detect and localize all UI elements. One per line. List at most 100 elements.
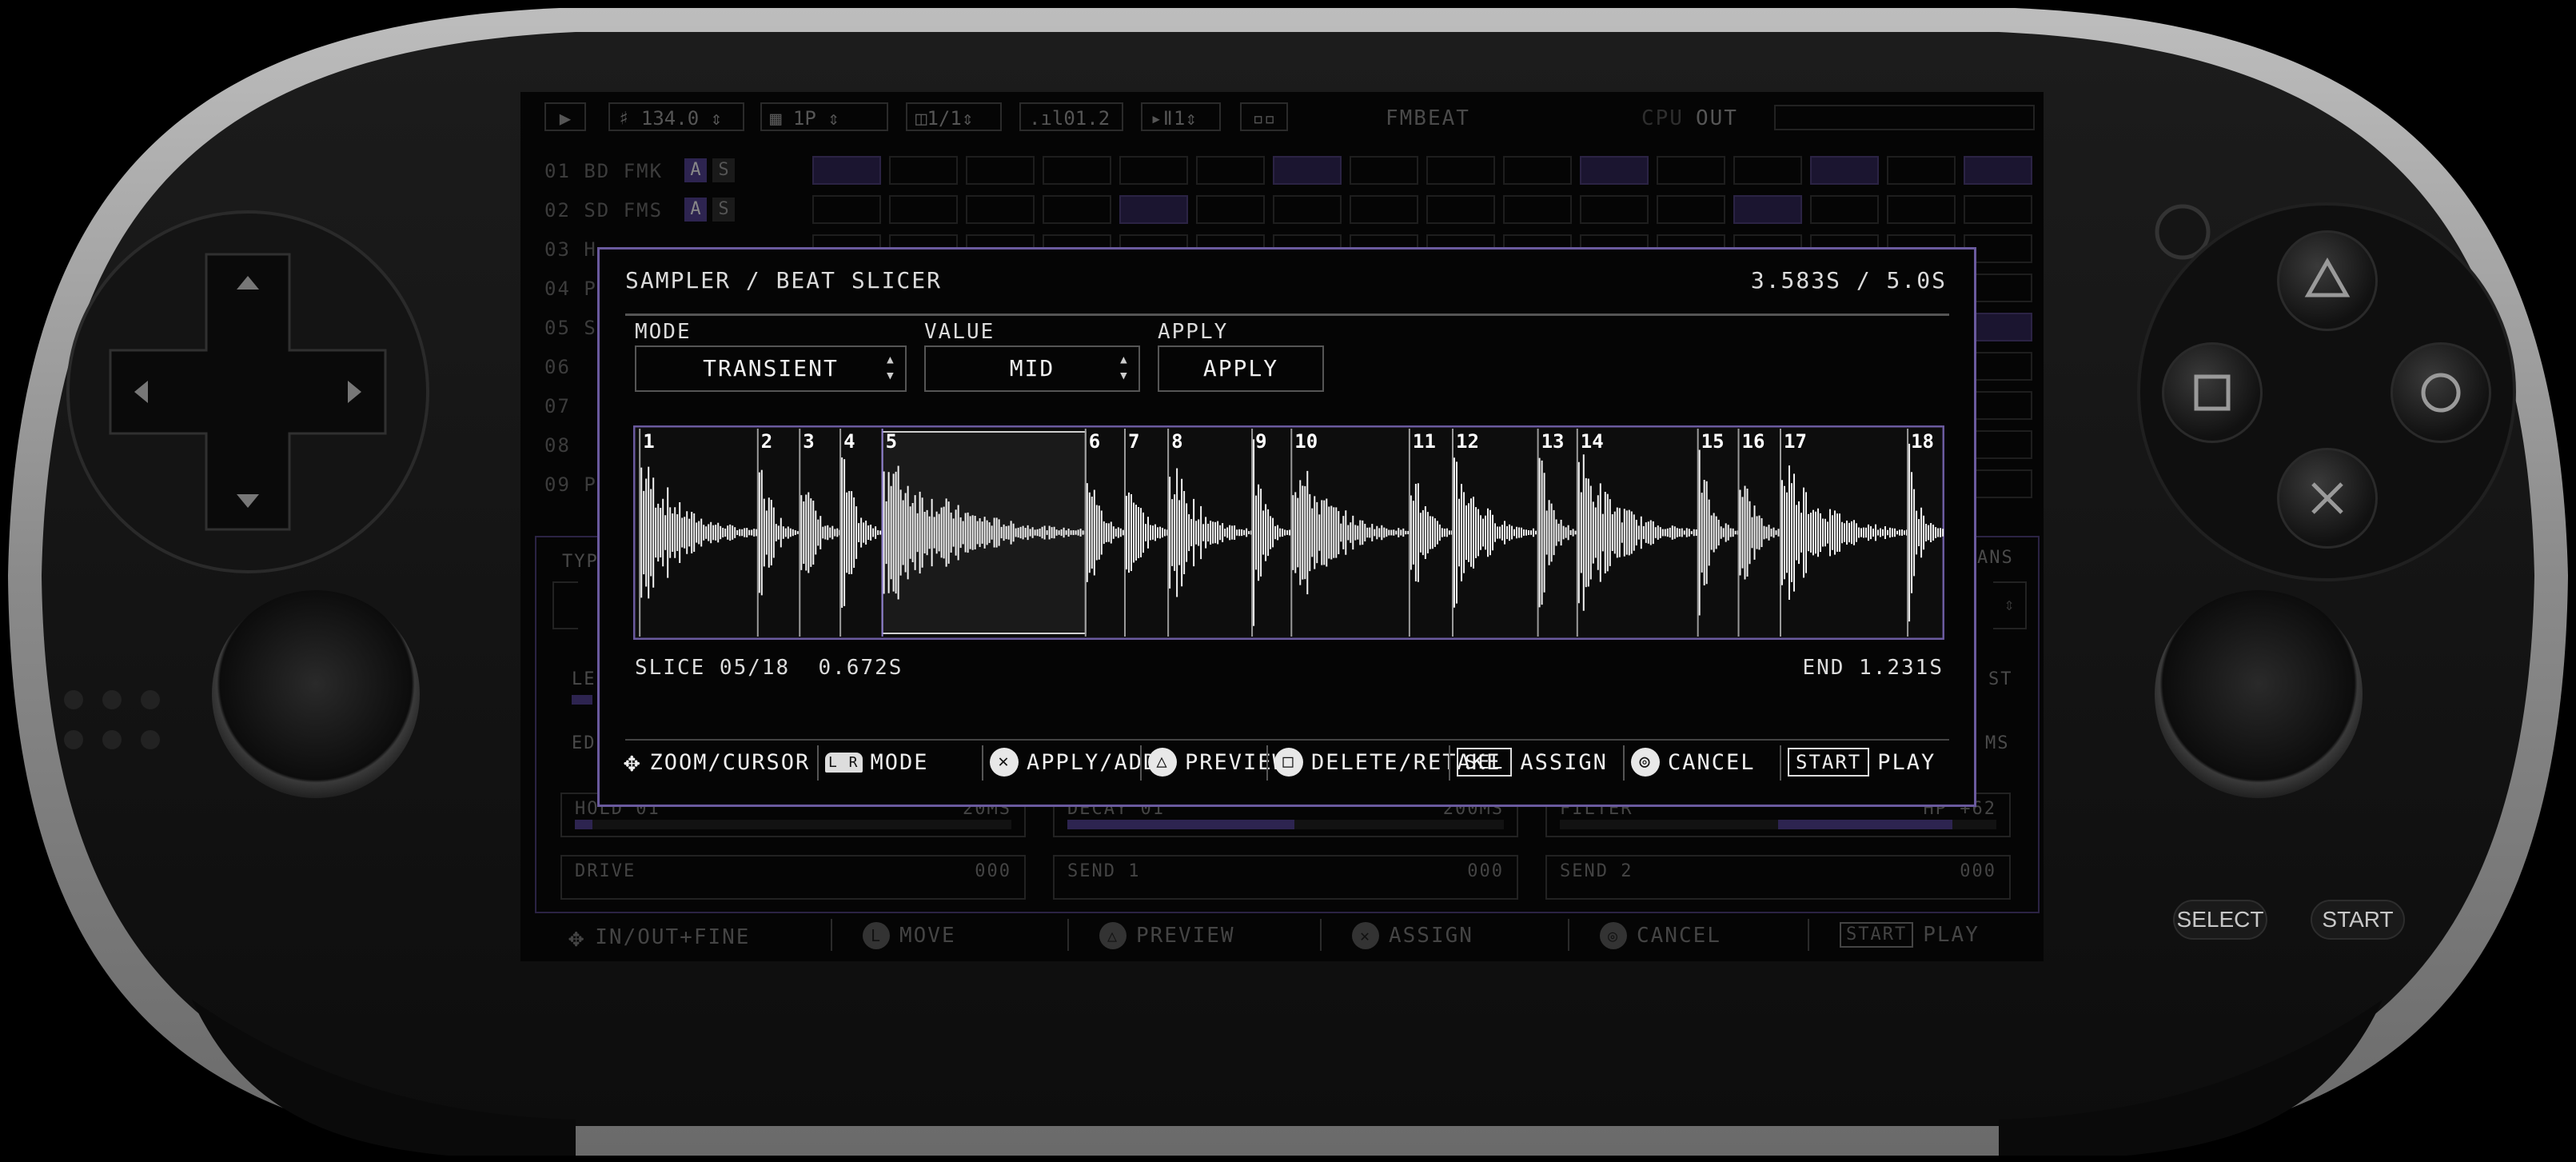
step-cell[interactable]: [1810, 195, 1879, 224]
hint-cancel: ◎ CANCEL: [1600, 922, 1721, 949]
triangle-button[interactable]: [2277, 230, 2378, 331]
track-mute-button[interactable]: A: [684, 198, 707, 222]
step-cell[interactable]: [1043, 195, 1111, 224]
step-cell[interactable]: [1273, 195, 1342, 224]
hint-separator: [1320, 919, 1322, 951]
slice-marker-label: 4: [843, 430, 855, 453]
step-cell[interactable]: [1964, 195, 2032, 224]
spinner-icon: ▴ ▾: [1118, 349, 1130, 385]
step-cell[interactable]: [1887, 195, 1956, 224]
track-label[interactable]: 01 BD FMK: [544, 160, 663, 182]
send2-param[interactable]: SEND 2 000: [1545, 855, 2011, 900]
app-name: FMBEAT: [1386, 106, 1470, 130]
square-button[interactable]: [2162, 342, 2263, 443]
pattern-field[interactable]: ▦ 1P ⇕: [760, 102, 888, 131]
step-cell[interactable]: [889, 195, 958, 224]
level-field[interactable]: .ıl01.2: [1019, 102, 1123, 131]
track-mute-button[interactable]: A: [684, 158, 707, 182]
track-label[interactable]: 06: [544, 356, 571, 378]
hint-separator: [982, 745, 983, 781]
mode-select[interactable]: TRANSIENT ▴ ▾: [635, 345, 907, 392]
dpad[interactable]: [66, 210, 429, 573]
circle-button[interactable]: [2391, 342, 2491, 443]
decay-bar: [1067, 820, 1504, 829]
hint-label: ASSIGN: [1520, 749, 1608, 775]
triangle-icon: △: [1148, 748, 1177, 777]
cross-button[interactable]: [2277, 448, 2378, 549]
slice-marker-label: 8: [1171, 430, 1182, 453]
step-cell[interactable]: [1887, 156, 1956, 185]
step-cell[interactable]: [1733, 156, 1802, 185]
step-cell[interactable]: [812, 195, 881, 224]
slice-end: END 1.231S: [1802, 656, 1944, 680]
step-cell[interactable]: [1426, 195, 1495, 224]
step-cell[interactable]: [1580, 156, 1649, 185]
track-label[interactable]: 08: [544, 434, 571, 457]
step-cell[interactable]: [1119, 156, 1188, 185]
mode-label: MODE: [635, 320, 692, 344]
mode-value: TRANSIENT: [703, 355, 839, 381]
step-cell[interactable]: [889, 156, 958, 185]
right-analog-stick[interactable]: [2155, 590, 2363, 798]
waveform-view[interactable]: 1 2 3 4 5 6 7 8 9 10 11 12 13 14 15 16 17 18: [633, 425, 1944, 640]
step-cell[interactable]: [1657, 156, 1725, 185]
slice-marker-label: 17: [1784, 430, 1807, 453]
track-label[interactable]: 04 P: [544, 278, 597, 300]
step-cell[interactable]: [1964, 156, 2032, 185]
play-button[interactable]: ▶: [544, 102, 586, 131]
step-field[interactable]: ▸ǁ1⇕: [1141, 102, 1221, 131]
track-label[interactable]: 03 H: [544, 238, 597, 261]
step-cell[interactable]: [966, 195, 1035, 224]
left-analog-stick[interactable]: [212, 590, 420, 798]
hint-label: CANCEL: [1637, 924, 1721, 948]
hint-separator: [831, 919, 832, 951]
step-cell[interactable]: [1426, 156, 1495, 185]
step-cell[interactable]: [1196, 195, 1265, 224]
step-cell[interactable]: [966, 156, 1035, 185]
step-cell[interactable]: [1657, 195, 1725, 224]
step-cell[interactable]: [1503, 156, 1572, 185]
send1-value: 000: [1467, 861, 1504, 881]
track-label[interactable]: 05 S: [544, 317, 597, 339]
track-solo-button[interactable]: S: [712, 158, 735, 182]
loop-button[interactable]: ▫▫: [1240, 102, 1288, 131]
hint-assign: ✕ ASSIGN: [1352, 922, 1473, 949]
hint-label: MODE: [870, 749, 929, 775]
start-button[interactable]: START: [2311, 900, 2405, 940]
track-label[interactable]: 02 SD FMS: [544, 199, 663, 222]
cross-icon: [2311, 482, 2343, 514]
square-icon: □: [1274, 748, 1303, 777]
send1-param[interactable]: SEND 1 000: [1053, 855, 1518, 900]
drive-param[interactable]: DRIVE 000: [560, 855, 1026, 900]
select-button[interactable]: SELECT: [2173, 900, 2267, 940]
step-cell[interactable]: [1043, 156, 1111, 185]
track-label[interactable]: 09 P: [544, 473, 597, 496]
slice-marker-label: 5: [886, 430, 897, 453]
step-cell[interactable]: [1810, 156, 1879, 185]
select-icon: SEL: [1457, 748, 1513, 777]
step-cell[interactable]: [1733, 195, 1802, 224]
step-cell[interactable]: [1350, 156, 1418, 185]
drive-value: 000: [975, 861, 1011, 881]
step-cell[interactable]: [812, 156, 881, 185]
slice-marker-label: 3: [803, 430, 814, 453]
step-cell[interactable]: [1580, 195, 1649, 224]
fraction-field[interactable]: ◫1/1⇕: [906, 102, 1002, 131]
tempo-field[interactable]: ♯ 134.0 ⇕: [608, 102, 744, 131]
step-cell[interactable]: [1350, 195, 1418, 224]
step-cell[interactable]: [1273, 156, 1342, 185]
apply-button[interactable]: APPLY: [1158, 345, 1324, 392]
track-solo-button[interactable]: S: [712, 198, 735, 222]
trans-select[interactable]: ⇕: [1993, 581, 2027, 629]
step-cell[interactable]: [1119, 195, 1188, 224]
drive-label: DRIVE: [575, 861, 636, 881]
step-cell[interactable]: [1196, 156, 1265, 185]
slice-number: SLICE 05/18: [635, 656, 791, 680]
value-select[interactable]: MID ▴ ▾: [924, 345, 1140, 392]
filter-bar: [1560, 820, 1996, 829]
cpu-label: CPU: [1641, 106, 1684, 130]
step-cell[interactable]: [1503, 195, 1572, 224]
slice-marker-label: 1: [643, 430, 654, 453]
type-select[interactable]: [552, 581, 578, 629]
track-label[interactable]: 07: [544, 395, 571, 417]
